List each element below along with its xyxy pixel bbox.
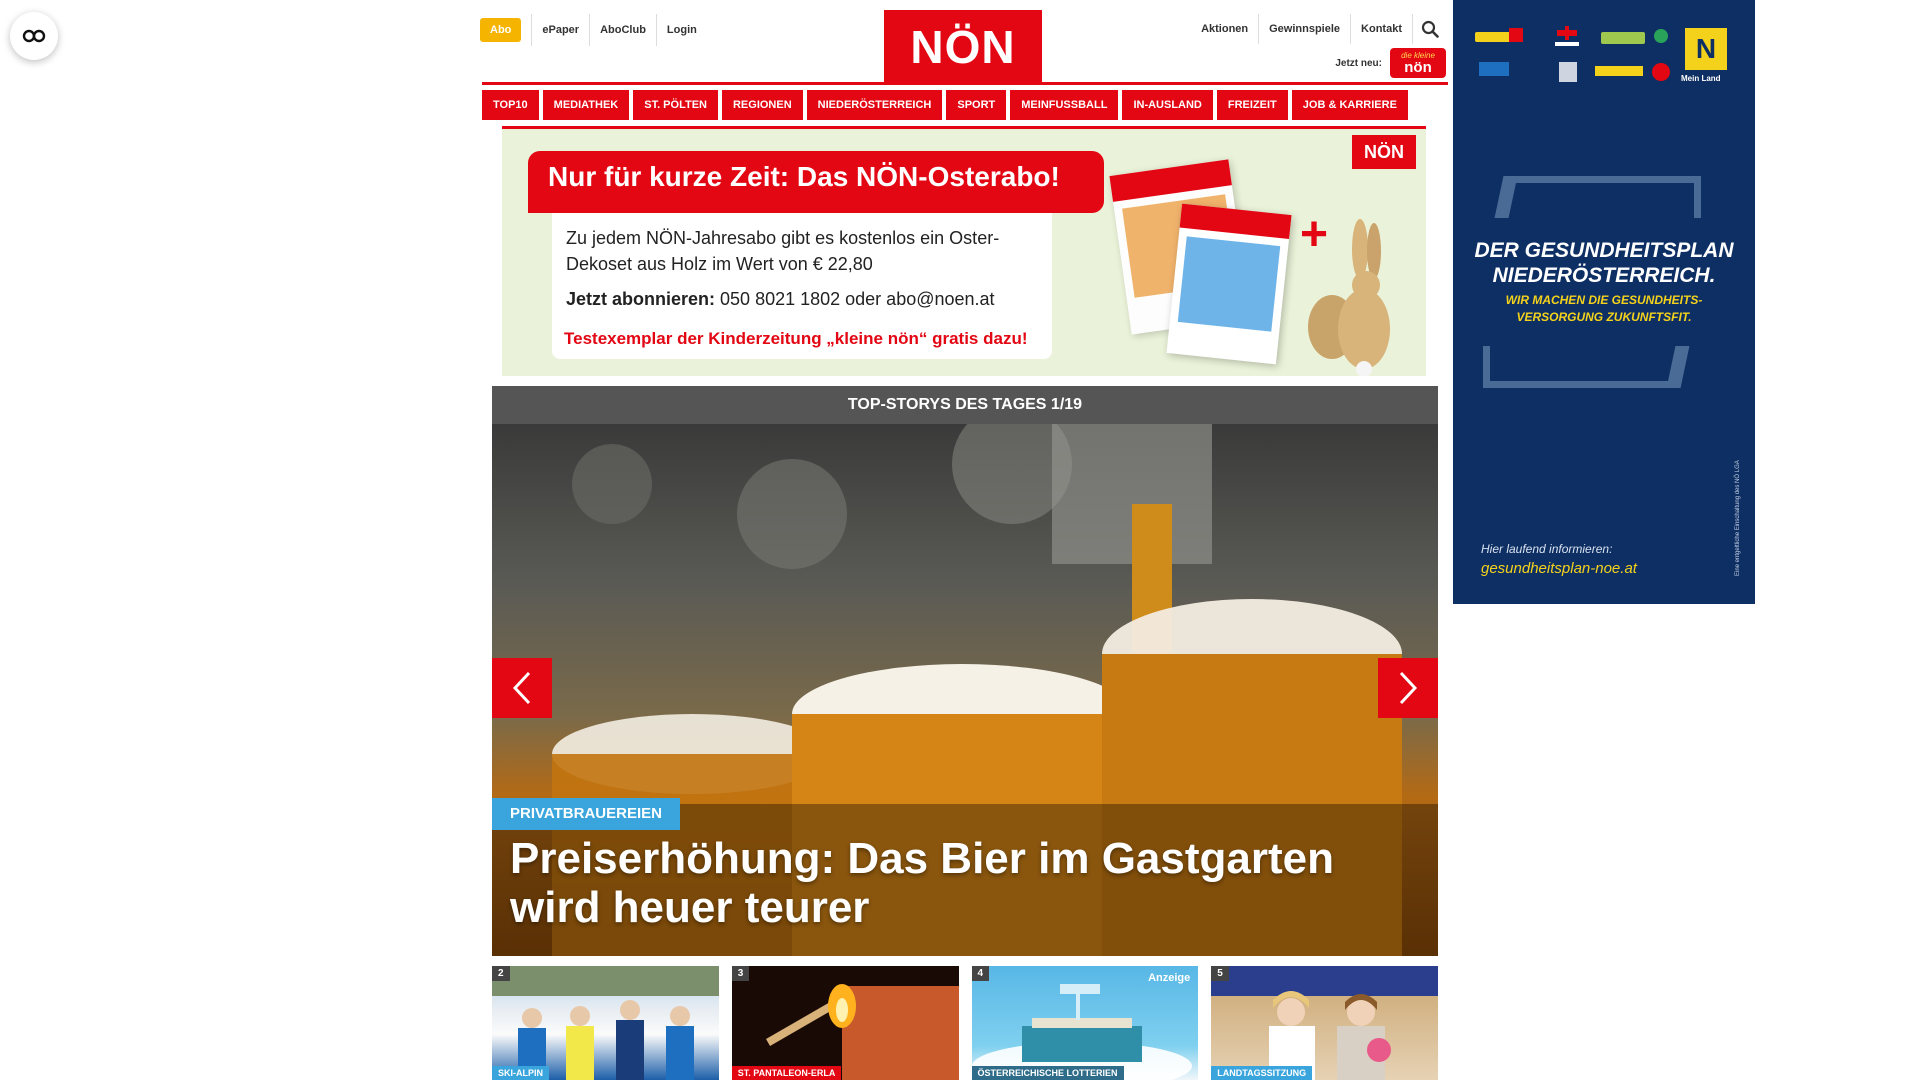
ad-headline: DER GESUNDHEITSPLAN NIEDERÖSTERREICH. [1453, 238, 1755, 288]
thumb-number: 5 [1211, 966, 1229, 981]
top-stories-slider: TOP-STORYS DES TAGES 1/19 PRIVATBRAUEREI… [492, 386, 1438, 956]
accessibility-toggle-button[interactable] [10, 12, 58, 60]
ad-headline-line2: NIEDERÖSTERREICH. [1492, 264, 1716, 287]
ad-disclaimer: Eine entgeltliche Einschaltung des NÖ LG… [1735, 460, 1741, 576]
accessibility-icon [22, 29, 46, 43]
slider-header: TOP-STORYS DES TAGES 1/19 [492, 386, 1438, 424]
nav-item-sport[interactable]: SPORT [946, 90, 1007, 120]
thumb-number: 3 [731, 966, 750, 981]
story-image[interactable]: PRIVATBRAUEREIEN Preiserhöhung: Das Bier… [492, 424, 1438, 956]
mein-land-label: Mein Land [1681, 74, 1721, 83]
story-thumb[interactable]: 4 Anzeige ÖSTERREICHISCHE LOTTERIEN [971, 966, 1199, 1080]
story-thumbnails: 2 SKI-ALPIN 3 ST. PANTALEON-ERLA 4 Anzei… [492, 966, 1438, 1080]
promo-contact: Jetzt abonnieren: 050 8021 1802 oder abo… [566, 289, 995, 310]
chevron-right-icon [1399, 671, 1418, 705]
nav-item-st-poelten[interactable]: ST. PÖLTEN [633, 90, 718, 120]
ad-subline: WIR MACHEN DIE GESUNDHEITS- VERSORGUNG Z… [1453, 292, 1755, 326]
story-thumb[interactable]: 5 LANDTAGSSITZUNG [1211, 966, 1438, 1080]
thumb-number: 2 [492, 966, 510, 981]
niederoesterreich-logo: N [1685, 28, 1727, 70]
slider-next-button[interactable] [1378, 658, 1438, 718]
story-category-tag[interactable]: PRIVATBRAUEREIEN [492, 798, 680, 830]
ad-headline-line1: DER GESUNDHEITSPLAN [1474, 239, 1734, 262]
kontakt-link[interactable]: Kontakt [1350, 14, 1412, 44]
ad-info-text: Hier laufend informieren: [1481, 542, 1613, 556]
promo-headline: Nur für kurze Zeit: Das NÖN-Osterabo! [528, 151, 1104, 213]
jetzt-neu: Jetzt neu: die kleine nön [1335, 48, 1446, 78]
thumb-ad-label: Anzeige [1148, 972, 1191, 984]
matches-photo [765, 984, 959, 1080]
gesundheitsplan-ad[interactable]: N Mein Land DER GESUNDHEITSPLAN NIEDERÖS… [1453, 0, 1755, 604]
kleine-noen-logo-main: nön [1404, 58, 1432, 76]
thumb-category: LANDTAGSSITZUNG [1211, 1066, 1313, 1080]
kinderzeitung-image [1166, 203, 1292, 365]
promo-contact-label: Jetzt abonnieren: [566, 289, 716, 309]
osterabo-promo-banner[interactable]: Nur für kurze Zeit: Das NÖN-Osterabo! Zu… [502, 126, 1426, 376]
abo-button[interactable]: Abo [480, 18, 522, 42]
story-thumb[interactable]: 2 SKI-ALPIN [492, 966, 719, 1080]
ad-subline-line1: WIR MACHEN DIE GESUNDHEITS- [1505, 293, 1703, 307]
search-button[interactable] [1412, 14, 1446, 44]
ski-photo [492, 966, 719, 1080]
thumb-category: ÖSTERREICHISCHE LOTTERIEN [971, 1066, 1124, 1080]
nav-item-regionen[interactable]: REGIONEN [721, 90, 803, 120]
landtag-photo [1211, 966, 1438, 1080]
easter-bunny-decor-image [1308, 219, 1390, 376]
nav-item-in-ausland[interactable]: IN-AUSLAND [1122, 90, 1213, 120]
gewinnspiele-link[interactable]: Gewinnspiele [1258, 14, 1350, 44]
thumb-category: ST. PANTALEON-ERLA [731, 1066, 842, 1080]
jetzt-neu-label: Jetzt neu: [1335, 57, 1382, 69]
nav-item-mediathek[interactable]: MEDIATHEK [542, 90, 630, 120]
promo-noen-badge: NÖN [1352, 135, 1416, 169]
top-nav-right: Aktionen Gewinnspiele Kontakt [1191, 14, 1446, 44]
promo-contact-details: 050 8021 1802 oder abo@noen.at [715, 289, 995, 309]
top-nav-left: Abo ePaper AboClub Login [480, 14, 707, 46]
nav-item-top10[interactable]: TOP10 [482, 90, 539, 120]
epaper-link[interactable]: ePaper [531, 14, 589, 46]
search-icon [1421, 20, 1439, 38]
thumb-number: 4 [971, 966, 990, 981]
login-link[interactable]: Login [655, 14, 707, 46]
aboclub-link[interactable]: AboClub [589, 14, 656, 46]
ad-url-link[interactable]: gesundheitsplan-noe.at [1481, 560, 1637, 577]
ad-subline-line2: VERSORGUNG ZUKUNFTSFIT. [1516, 310, 1692, 324]
story-headline[interactable]: Preiserhöhung: Das Bier im Gastgarten wi… [510, 834, 1390, 932]
page: Abo ePaper AboClub Login NÖN Aktionen Ge… [0, 0, 1920, 1080]
main-nav: TOP10 MEDIATHEK ST. PÖLTEN REGIONEN NIED… [482, 90, 1448, 120]
site-header: Abo ePaper AboClub Login NÖN Aktionen Ge… [480, 10, 1446, 84]
ad-bracket-top [1507, 176, 1701, 218]
aktionen-link[interactable]: Aktionen [1191, 14, 1258, 44]
kleine-noen-logo[interactable]: die kleine nön [1390, 48, 1446, 78]
nav-item-meinfussball[interactable]: MEINFUSSBALL [1010, 90, 1119, 120]
slider-prev-button[interactable] [492, 658, 552, 718]
nav-item-niederoesterreich[interactable]: NIEDERÖSTERREICH [806, 90, 943, 120]
site-logo[interactable]: NÖN [884, 10, 1042, 84]
story-thumb[interactable]: 3 ST. PANTALEON-ERLA [731, 966, 959, 1080]
ad-bracket-bottom [1483, 346, 1677, 388]
header-divider [482, 82, 1448, 85]
promo-kinderzeitung-note: Testexemplar der Kinderzeitung „kleine n… [564, 329, 1028, 348]
promo-description: Zu jedem NÖN-Jahresabo gibt es kostenlos… [566, 228, 1000, 274]
thumb-category: SKI-ALPIN [492, 1066, 549, 1080]
nav-item-job-karriere[interactable]: JOB & KARRIERE [1291, 90, 1408, 120]
nav-item-freizeit[interactable]: FREIZEIT [1216, 90, 1288, 120]
chevron-left-icon [512, 671, 531, 705]
